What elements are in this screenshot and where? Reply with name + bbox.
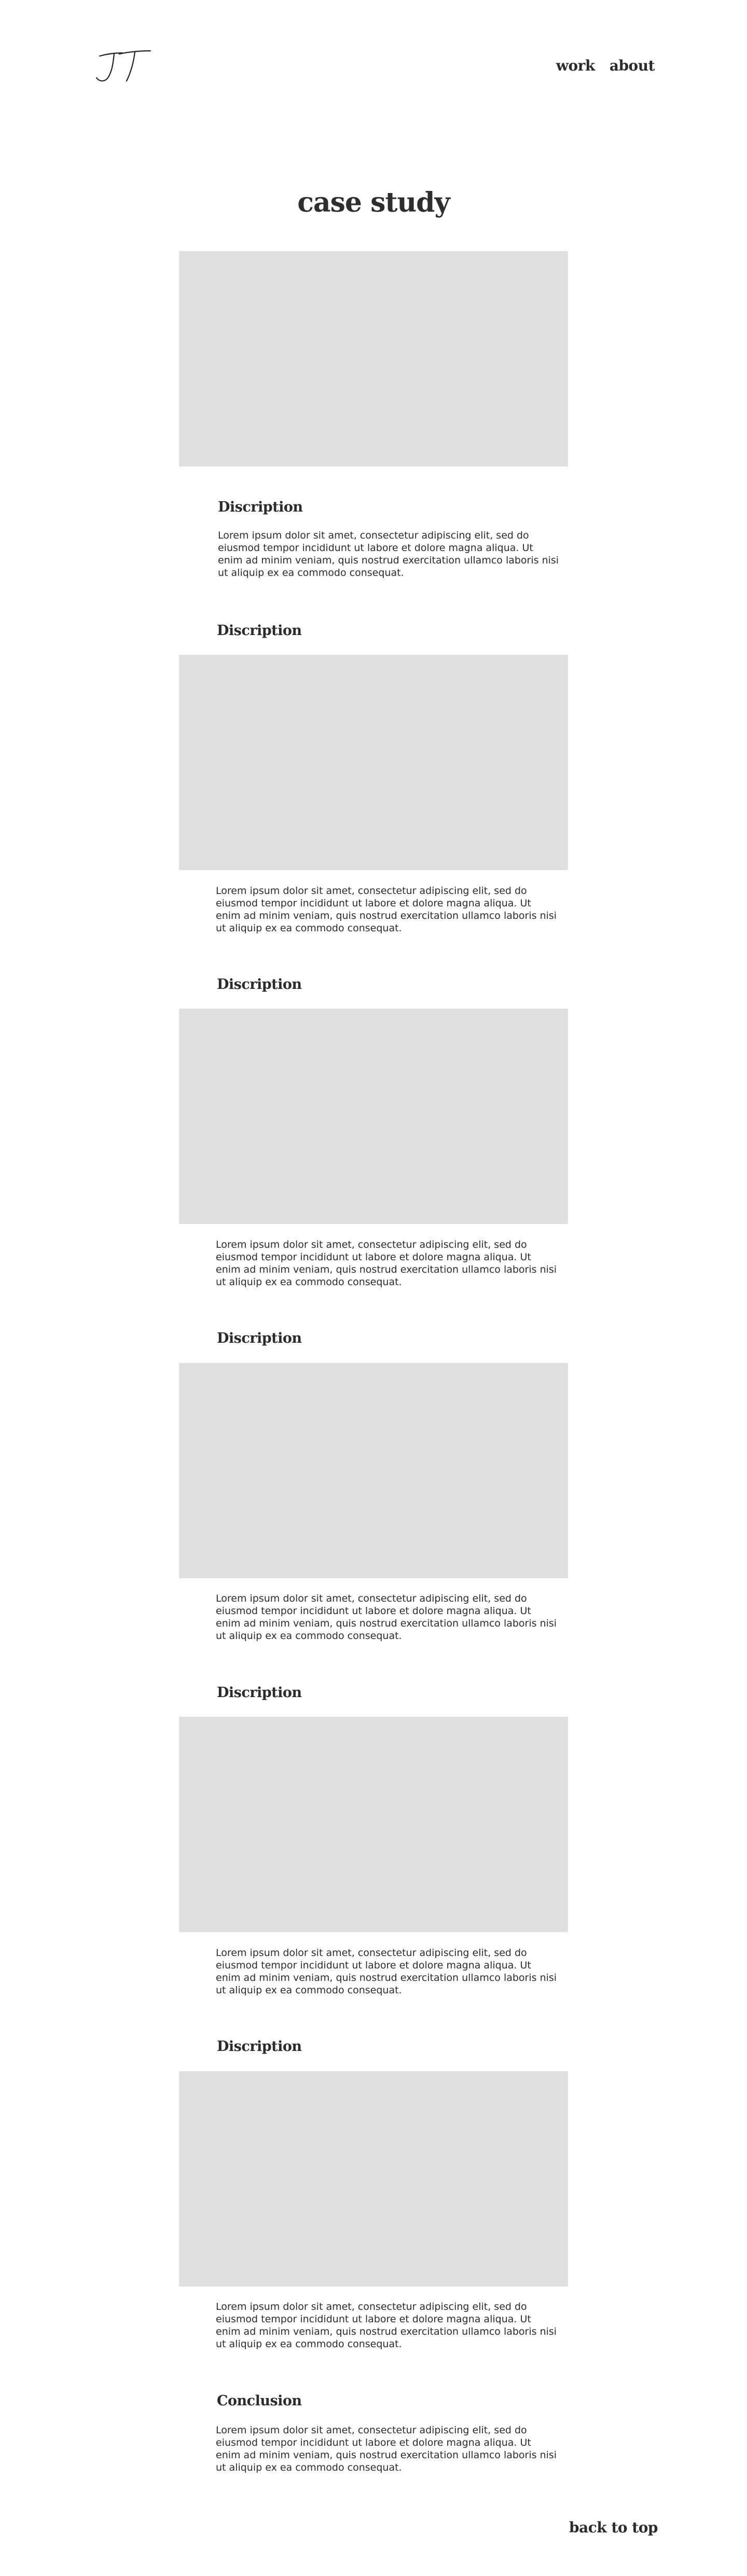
section-heading: Discription <box>217 623 302 639</box>
conclusion-text: Lorem ipsum dolor sit amet, consectetur … <box>216 2425 557 2473</box>
intro-heading: Discription <box>218 499 303 515</box>
page-title: case study <box>297 187 450 218</box>
section-image-placeholder <box>179 1363 568 1578</box>
hero-image-placeholder <box>179 251 568 466</box>
nav-link-about[interactable]: about <box>610 57 655 74</box>
section-heading: Discription <box>217 976 302 993</box>
section-image-placeholder <box>179 2071 568 2286</box>
section-text: Lorem ipsum dolor sit amet, consectetur … <box>216 1593 557 1642</box>
section-text: Lorem ipsum dolor sit amet, consectetur … <box>216 885 557 934</box>
section-heading: Discription <box>217 2038 302 2055</box>
section-heading: Discription <box>217 1330 302 1346</box>
logo-signature-icon: JT <box>95 50 151 82</box>
conclusion-heading: Conclusion <box>217 2393 302 2409</box>
section-text: Lorem ipsum dolor sit amet, consectetur … <box>216 1239 557 1288</box>
section-image-placeholder <box>179 1717 568 1932</box>
logo[interactable]: JT <box>92 48 153 85</box>
section-text: Lorem ipsum dolor sit amet, consectetur … <box>216 2301 557 2350</box>
site-header: JT work about <box>0 0 747 135</box>
section-text: Lorem ipsum dolor sit amet, consectetur … <box>216 1947 557 1996</box>
section-image-placeholder <box>179 655 568 870</box>
section-image-placeholder <box>179 1009 568 1224</box>
main-nav: work about <box>556 57 655 74</box>
intro-text: Lorem ipsum dolor sit amet, consectetur … <box>218 530 559 578</box>
nav-link-work[interactable]: work <box>556 57 595 74</box>
section-heading: Discription <box>217 1685 302 1701</box>
back-to-top-link[interactable]: back to top <box>569 2519 658 2536</box>
